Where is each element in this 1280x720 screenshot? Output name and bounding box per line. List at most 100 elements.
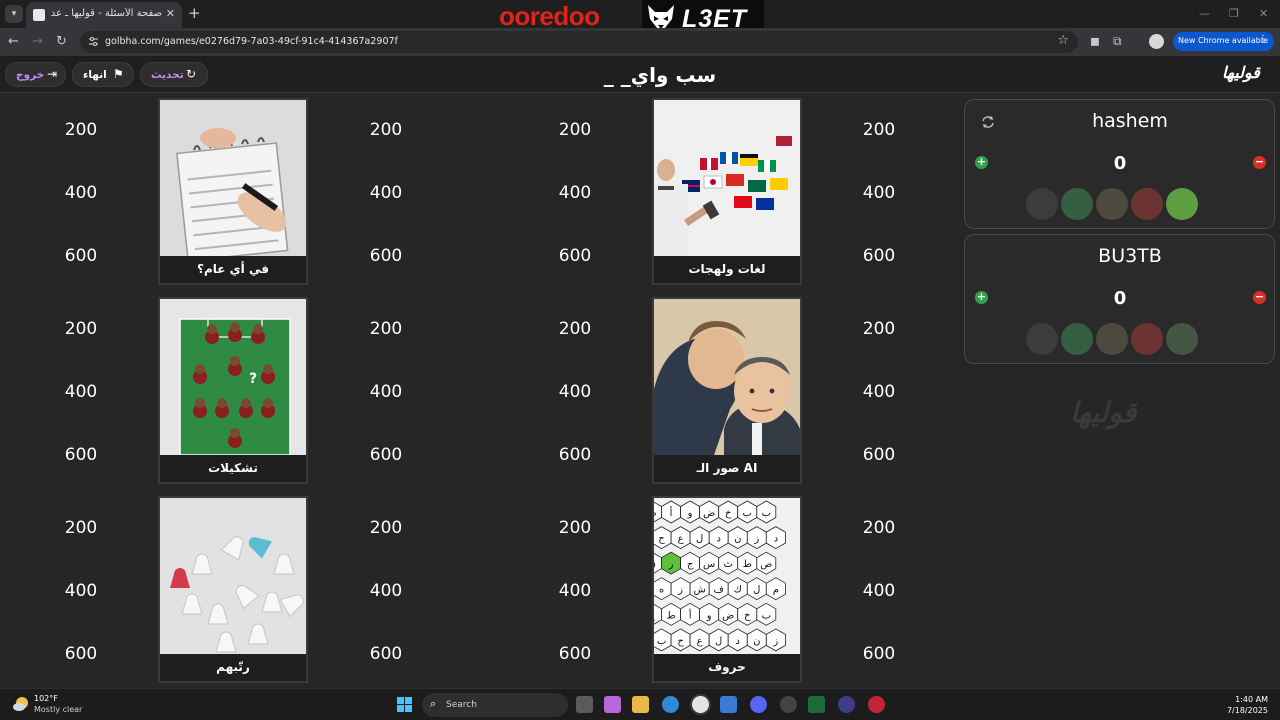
- double-points-aid-icon[interactable]: [1166, 188, 1198, 220]
- points-200[interactable]: 200: [356, 319, 416, 339]
- points-200[interactable]: 200: [356, 120, 416, 140]
- points-400[interactable]: 400: [849, 382, 909, 402]
- task-view-icon[interactable]: [576, 696, 593, 713]
- two-answers-aid-icon[interactable]: [1096, 323, 1128, 355]
- points-200[interactable]: 200: [51, 518, 111, 538]
- chrome-menu-icon[interactable]: ⋮: [1258, 34, 1268, 45]
- svg-text:ع: ع: [678, 534, 684, 545]
- points-600[interactable]: 600: [356, 644, 416, 664]
- add-points-button[interactable]: +: [975, 291, 988, 304]
- taskbar-search[interactable]: ⌕ Search: [422, 693, 568, 717]
- restore-icon[interactable]: ❐: [1229, 7, 1239, 20]
- site-info-icon[interactable]: [88, 36, 99, 47]
- address-bar[interactable]: golbha.com/games/e0276d79-7a03-49cf-91c4…: [80, 31, 1078, 53]
- swap-turn-icon[interactable]: [980, 114, 996, 130]
- copilot-icon[interactable]: [604, 696, 621, 713]
- category-card[interactable]: طأوضخببحعلدنزدقرجسثطصهزشفكلمغطأوضخببحعلد…: [652, 496, 802, 683]
- hourglass-aid-icon[interactable]: [1026, 188, 1058, 220]
- points-400[interactable]: 400: [849, 183, 909, 203]
- system-clock[interactable]: 1:40 AM 7/18/2025: [1227, 694, 1268, 716]
- store-icon[interactable]: [720, 696, 737, 713]
- minimize-icon[interactable]: —: [1199, 7, 1210, 20]
- edge-icon[interactable]: [662, 696, 679, 713]
- category-card[interactable]: لغات ولهجات: [652, 98, 802, 285]
- points-200[interactable]: 200: [545, 120, 605, 140]
- category-card[interactable]: صور الـ AI: [652, 297, 802, 484]
- points-200[interactable]: 200: [849, 518, 909, 538]
- file-explorer-icon[interactable]: [632, 696, 649, 713]
- refresh-label: تحديث: [151, 69, 184, 81]
- points-400[interactable]: 400: [545, 183, 605, 203]
- chrome-icon[interactable]: [692, 696, 709, 713]
- windows-start-icon[interactable]: [396, 696, 413, 713]
- points-600[interactable]: 600: [51, 246, 111, 266]
- points-400[interactable]: 400: [545, 382, 605, 402]
- category-card[interactable]: في أي عام؟: [158, 98, 308, 285]
- forward-icon[interactable]: →: [32, 34, 43, 50]
- points-400[interactable]: 400: [51, 382, 111, 402]
- weather-icon[interactable]: [12, 695, 30, 713]
- refresh-button[interactable]: تحديث ↻: [140, 62, 208, 87]
- recorder-icon[interactable]: [868, 696, 885, 713]
- discord-icon[interactable]: [750, 696, 767, 713]
- extensions-puzzle-icon[interactable]: ⧉: [1113, 34, 1122, 49]
- call-friend-aid-icon[interactable]: [1061, 188, 1093, 220]
- close-window-icon[interactable]: ✕: [1259, 7, 1268, 20]
- finish-button[interactable]: انهاء ⚑: [72, 62, 134, 87]
- points-400[interactable]: 400: [51, 183, 111, 203]
- game-icon[interactable]: [780, 696, 797, 713]
- new-chrome-available-button[interactable]: New Chrome available ⋮: [1173, 32, 1274, 51]
- points-600[interactable]: 600: [849, 445, 909, 465]
- stop-hand-aid-icon[interactable]: [1131, 188, 1163, 220]
- points-600[interactable]: 600: [51, 445, 111, 465]
- add-points-button[interactable]: +: [975, 156, 988, 169]
- points-200[interactable]: 200: [51, 120, 111, 140]
- points-200[interactable]: 200: [356, 518, 416, 538]
- subtract-points-button[interactable]: −: [1253, 291, 1266, 304]
- hourglass-aid-icon[interactable]: [1026, 323, 1058, 355]
- points-600[interactable]: 600: [545, 246, 605, 266]
- new-tab-button[interactable]: +: [188, 5, 201, 21]
- points-600[interactable]: 600: [356, 445, 416, 465]
- points-600[interactable]: 600: [545, 644, 605, 664]
- points-600[interactable]: 600: [51, 644, 111, 664]
- xbox-icon[interactable]: [808, 696, 825, 713]
- reload-icon[interactable]: ↻: [56, 34, 67, 50]
- double-points-aid-icon[interactable]: [1166, 323, 1198, 355]
- bookmark-star-icon[interactable]: ☆: [1057, 33, 1069, 48]
- points-200[interactable]: 200: [51, 319, 111, 339]
- points-400[interactable]: 400: [356, 581, 416, 601]
- two-answers-aid-icon[interactable]: [1096, 188, 1128, 220]
- points-400[interactable]: 400: [356, 183, 416, 203]
- svg-text:ك: ك: [734, 585, 742, 596]
- extension-icon[interactable]: ◼: [1090, 34, 1100, 48]
- points-200[interactable]: 200: [849, 319, 909, 339]
- exit-button[interactable]: خروج ⇥: [5, 62, 66, 87]
- svg-text:ل: ل: [696, 534, 703, 545]
- points-400[interactable]: 400: [849, 581, 909, 601]
- tab-close-icon[interactable]: ✕: [166, 7, 175, 20]
- svg-text:ب: ب: [762, 610, 771, 621]
- points-400[interactable]: 400: [356, 382, 416, 402]
- tab-search-icon[interactable]: ▾: [5, 5, 23, 23]
- back-icon[interactable]: ←: [8, 34, 19, 50]
- app-icon[interactable]: [838, 696, 855, 713]
- points-400[interactable]: 400: [51, 581, 111, 601]
- category-label: في أي عام؟: [197, 262, 269, 276]
- profile-avatar[interactable]: [1149, 34, 1164, 49]
- points-600[interactable]: 600: [545, 445, 605, 465]
- svg-text:ح: ح: [658, 534, 665, 545]
- points-600[interactable]: 600: [356, 246, 416, 266]
- points-200[interactable]: 200: [849, 120, 909, 140]
- points-200[interactable]: 200: [545, 518, 605, 538]
- points-600[interactable]: 600: [849, 644, 909, 664]
- call-friend-aid-icon[interactable]: [1061, 323, 1093, 355]
- points-600[interactable]: 600: [849, 246, 909, 266]
- subtract-points-button[interactable]: −: [1253, 156, 1266, 169]
- points-400[interactable]: 400: [545, 581, 605, 601]
- stop-hand-aid-icon[interactable]: [1131, 323, 1163, 355]
- category-card[interactable]: رتّبهم: [158, 496, 308, 683]
- category-card[interactable]: ? تشكيلات: [158, 297, 308, 484]
- browser-tab[interactable]: صفحة الأسئلة - قوليها ـ عدل قبل ✕: [26, 2, 182, 28]
- points-200[interactable]: 200: [545, 319, 605, 339]
